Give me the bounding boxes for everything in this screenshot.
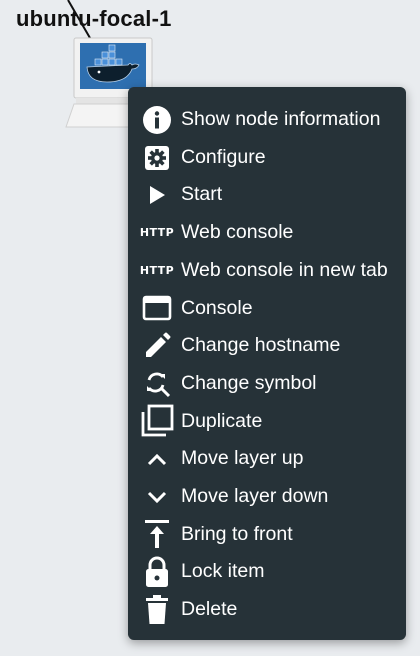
node-label[interactable]: ubuntu-focal-1 bbox=[16, 6, 172, 32]
menu-item-label: Move layer up bbox=[181, 447, 304, 470]
menu-item-start[interactable]: Start bbox=[128, 176, 406, 214]
menu-item-duplicate[interactable]: Duplicate bbox=[128, 403, 406, 441]
http-icon-text: HTTP bbox=[139, 226, 175, 240]
menu-item-web-console[interactable]: HTTP Web console bbox=[128, 214, 406, 252]
context-menu: Show node information Configure Start HT… bbox=[128, 87, 406, 640]
menu-item-change-hostname[interactable]: Change hostname bbox=[128, 327, 406, 365]
menu-item-move-layer-down[interactable]: Move layer down bbox=[128, 478, 406, 516]
duplicate-icon bbox=[139, 404, 175, 437]
http-icon: HTTP bbox=[139, 256, 175, 286]
chevron-up-icon bbox=[139, 444, 175, 474]
menu-item-label: Move layer down bbox=[181, 484, 329, 507]
menu-item-label: Console bbox=[181, 296, 253, 319]
trash-icon bbox=[139, 594, 175, 625]
pencil-icon bbox=[139, 331, 175, 361]
menu-item-web-console-new-tab[interactable]: HTTP Web console in new tab bbox=[128, 252, 406, 290]
http-icon-text: HTTP bbox=[139, 264, 175, 278]
menu-item-label: Lock item bbox=[181, 560, 265, 583]
menu-item-console[interactable]: Console bbox=[128, 289, 406, 327]
bring-to-front-icon bbox=[139, 519, 175, 549]
menu-item-lock-item[interactable]: Lock item bbox=[128, 553, 406, 591]
menu-item-show-node-information[interactable]: Show node information bbox=[128, 101, 406, 139]
menu-item-label: Change symbol bbox=[181, 371, 317, 394]
menu-item-label: Web console bbox=[181, 221, 294, 244]
menu-item-label: Start bbox=[181, 183, 223, 206]
menu-item-label: Web console in new tab bbox=[181, 258, 388, 281]
menu-item-delete[interactable]: Delete bbox=[128, 591, 406, 629]
lock-icon bbox=[139, 556, 175, 588]
menu-item-move-layer-up[interactable]: Move layer up bbox=[128, 440, 406, 478]
menu-item-label: Delete bbox=[181, 598, 238, 621]
menu-item-bring-to-front[interactable]: Bring to front bbox=[128, 516, 406, 554]
menu-item-label: Change hostname bbox=[181, 334, 341, 357]
symbol-search-icon bbox=[139, 369, 175, 399]
menu-item-label: Duplicate bbox=[181, 409, 263, 432]
http-icon: HTTP bbox=[139, 218, 175, 248]
menu-item-configure[interactable]: Configure bbox=[128, 139, 406, 177]
console-window-icon bbox=[139, 293, 175, 323]
info-icon bbox=[139, 105, 175, 135]
menu-item-label: Configure bbox=[181, 145, 266, 168]
gear-icon bbox=[139, 143, 175, 173]
menu-item-label: Bring to front bbox=[181, 522, 293, 545]
menu-item-change-symbol[interactable]: Change symbol bbox=[128, 365, 406, 403]
play-icon bbox=[139, 180, 175, 210]
menu-item-label: Show node information bbox=[181, 108, 381, 131]
chevron-down-icon bbox=[139, 482, 175, 512]
